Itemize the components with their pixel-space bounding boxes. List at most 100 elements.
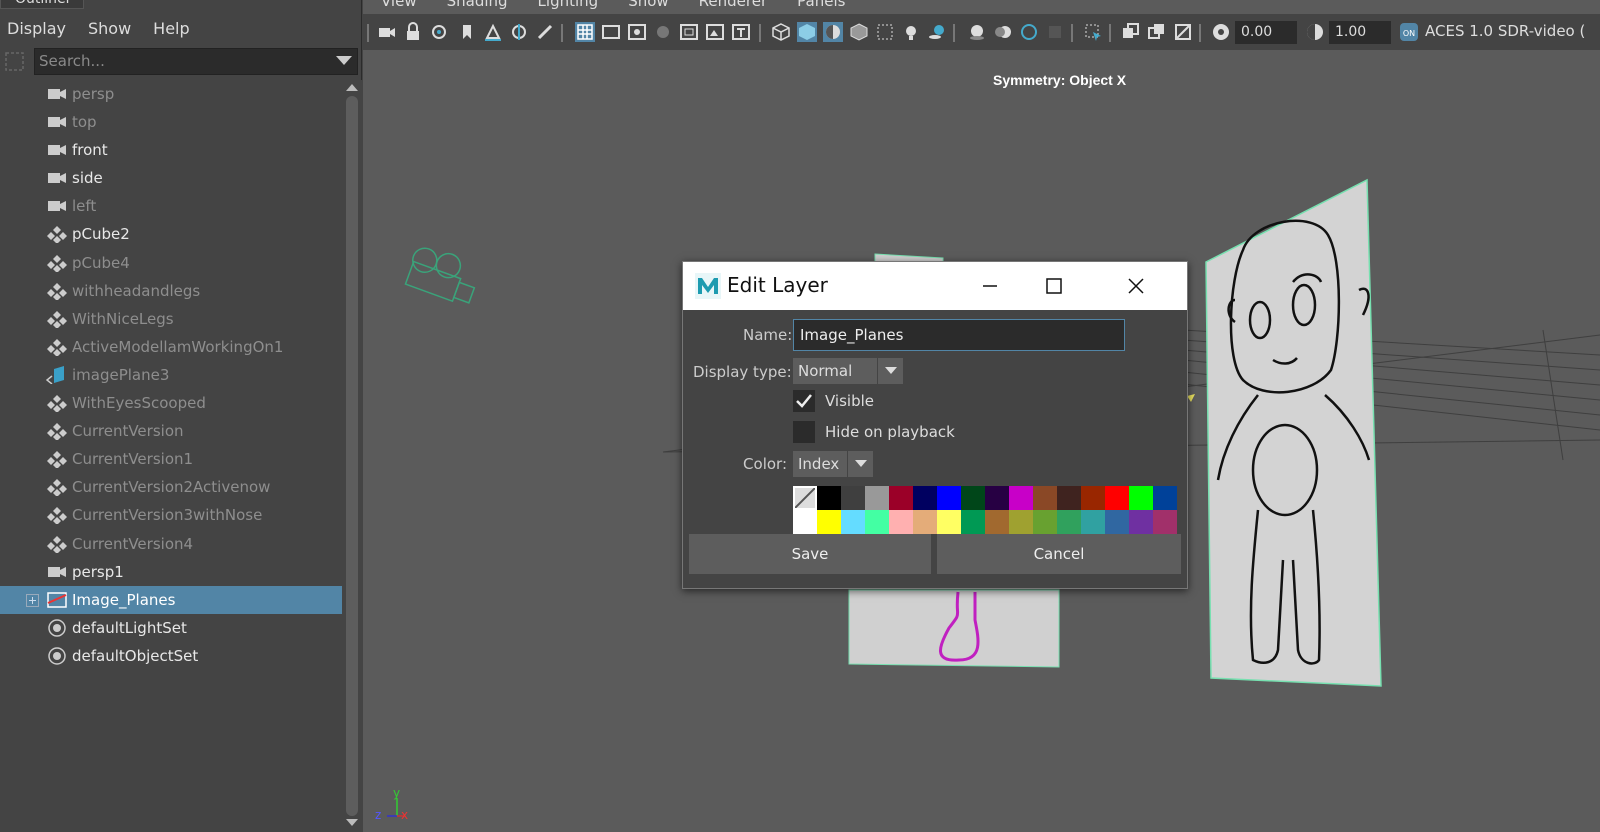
color-swatch[interactable] bbox=[817, 486, 841, 510]
color-swatch[interactable] bbox=[961, 486, 985, 510]
image-plane-icon[interactable] bbox=[483, 22, 503, 42]
motion-blur-icon[interactable] bbox=[993, 22, 1013, 42]
exposure-icon[interactable] bbox=[1211, 22, 1231, 42]
menu-lighting[interactable]: Lighting bbox=[538, 0, 599, 14]
color-swatch[interactable] bbox=[889, 510, 913, 534]
outliner-item-activemodellamworkingon1[interactable]: ActiveModellamWorkingOn1 bbox=[0, 333, 342, 361]
color-swatch[interactable] bbox=[1057, 486, 1081, 510]
menu-view[interactable]: View bbox=[381, 0, 417, 14]
color-swatch[interactable] bbox=[1033, 486, 1057, 510]
2d-pan-zoom-icon[interactable] bbox=[509, 22, 529, 42]
outliner-item-currentversion[interactable]: CurrentVersion bbox=[0, 417, 342, 445]
color-swatch[interactable] bbox=[1081, 510, 1105, 534]
scroll-thumb[interactable] bbox=[346, 96, 358, 816]
outliner-item-currentversion1[interactable]: CurrentVersion1 bbox=[0, 445, 342, 473]
outliner-item-currentversion4[interactable]: CurrentVersion4 bbox=[0, 530, 342, 558]
lights-icon[interactable] bbox=[901, 22, 921, 42]
outliner-item-withheadandlegs[interactable]: withheadandlegs bbox=[0, 277, 342, 305]
menu-display[interactable]: Display bbox=[7, 19, 66, 38]
display-type-dropdown[interactable]: Normal bbox=[793, 358, 903, 384]
outliner-scrollbar[interactable] bbox=[342, 80, 362, 832]
search-dropdown-icon[interactable] bbox=[336, 56, 352, 65]
minimize-icon[interactable] bbox=[977, 273, 1003, 299]
xray-joints-icon[interactable] bbox=[1121, 22, 1141, 42]
menu-show[interactable]: Show bbox=[628, 0, 668, 14]
search-input[interactable]: Search... bbox=[34, 48, 358, 75]
name-field[interactable]: Image_Planes bbox=[793, 319, 1125, 351]
color-swatch[interactable] bbox=[817, 510, 841, 534]
outliner-item-side[interactable]: side bbox=[0, 164, 342, 192]
outliner-item-pcube2[interactable]: pCube2 bbox=[0, 220, 342, 248]
smooth-shade-icon[interactable] bbox=[797, 22, 817, 42]
color-management-icon[interactable]: ON bbox=[1399, 22, 1419, 42]
color-swatch[interactable] bbox=[937, 510, 961, 534]
outliner-item-witheyesscooped[interactable]: WithEyesScooped bbox=[0, 389, 342, 417]
grid-icon[interactable] bbox=[575, 22, 595, 42]
save-button[interactable]: Save bbox=[689, 534, 931, 574]
lock-camera-icon[interactable] bbox=[403, 22, 423, 42]
color-swatch[interactable] bbox=[1057, 510, 1081, 534]
outliner-title-tab[interactable]: Outliner bbox=[0, 0, 84, 9]
outliner-item-imageplane3[interactable]: imagePlane3 bbox=[0, 361, 342, 389]
color-swatch[interactable] bbox=[1009, 510, 1033, 534]
cancel-button[interactable]: Cancel bbox=[937, 534, 1181, 574]
color-swatch[interactable] bbox=[1153, 510, 1177, 534]
menu-show[interactable]: Show bbox=[88, 19, 131, 38]
color-swatch[interactable] bbox=[913, 486, 937, 510]
menu-panels[interactable]: Panels bbox=[797, 0, 845, 14]
scroll-down-icon[interactable] bbox=[346, 819, 358, 826]
maximize-icon[interactable] bbox=[1041, 273, 1067, 299]
default-material-icon[interactable] bbox=[823, 22, 843, 42]
outliner-item-persp1[interactable]: persp1 bbox=[0, 558, 342, 586]
color-swatch[interactable] bbox=[793, 510, 817, 534]
close-icon[interactable] bbox=[1123, 273, 1149, 299]
color-swatch[interactable] bbox=[865, 510, 889, 534]
chevron-down-icon[interactable] bbox=[847, 451, 873, 477]
grease-pencil-icon[interactable] bbox=[535, 22, 555, 42]
scroll-up-icon[interactable] bbox=[346, 84, 358, 91]
color-swatch[interactable] bbox=[1009, 486, 1033, 510]
outliner-item-defaultobjectset[interactable]: defaultObjectSet bbox=[0, 642, 342, 670]
menu-renderer[interactable]: Renderer bbox=[699, 0, 767, 14]
color-swatch[interactable] bbox=[1033, 510, 1057, 534]
outliner-item-persp[interactable]: persp bbox=[0, 80, 342, 108]
color-swatch[interactable] bbox=[1081, 486, 1105, 510]
visible-checkbox[interactable] bbox=[793, 390, 815, 412]
color-swatch[interactable] bbox=[1129, 510, 1153, 534]
gamma-icon[interactable] bbox=[1305, 22, 1325, 42]
dialog-titlebar[interactable]: Edit Layer bbox=[683, 262, 1187, 310]
color-space-label[interactable]: ACES 1.0 SDR-video ( bbox=[1425, 22, 1585, 40]
safe-title-icon[interactable] bbox=[731, 22, 751, 42]
color-swatch[interactable] bbox=[841, 510, 865, 534]
color-swatch[interactable] bbox=[865, 486, 889, 510]
color-swatch[interactable] bbox=[1129, 486, 1153, 510]
outliner-item-pcube4[interactable]: pCube4 bbox=[0, 249, 342, 277]
color-swatch[interactable] bbox=[841, 486, 865, 510]
menu-help[interactable]: Help bbox=[153, 19, 189, 38]
gate-mask-icon[interactable] bbox=[653, 22, 673, 42]
outliner-item-left[interactable]: left bbox=[0, 192, 342, 220]
resolution-gate-icon[interactable] bbox=[627, 22, 647, 42]
camera-attributes-icon[interactable] bbox=[429, 22, 449, 42]
safe-action-icon[interactable] bbox=[705, 22, 725, 42]
chevron-down-icon[interactable] bbox=[877, 358, 903, 384]
ambient-occlusion-icon[interactable] bbox=[967, 22, 987, 42]
outliner-item-defaultlightset[interactable]: defaultLightSet bbox=[0, 614, 342, 642]
color-swatch[interactable] bbox=[937, 486, 961, 510]
color-swatch[interactable] bbox=[1105, 486, 1129, 510]
shadows-icon[interactable] bbox=[927, 22, 947, 42]
backface-culling-icon[interactable] bbox=[1173, 22, 1193, 42]
color-swatch-none[interactable] bbox=[793, 486, 817, 510]
hide-on-playback-checkbox[interactable] bbox=[793, 421, 815, 443]
color-swatch[interactable] bbox=[985, 486, 1009, 510]
outliner-item-currentversion3withnose[interactable]: CurrentVersion3withNose bbox=[0, 501, 342, 529]
xray-active-components-icon[interactable] bbox=[1147, 22, 1167, 42]
gamma-field[interactable]: 1.00 bbox=[1329, 21, 1391, 44]
filter-icon[interactable] bbox=[4, 51, 25, 72]
exposure-field[interactable]: 0.00 bbox=[1235, 21, 1297, 44]
color-swatch[interactable] bbox=[889, 486, 913, 510]
outliner-item-currentversion2activenow[interactable]: CurrentVersion2Activenow bbox=[0, 473, 342, 501]
isolate-select-icon[interactable] bbox=[1083, 22, 1103, 42]
color-swatch[interactable] bbox=[1105, 510, 1129, 534]
bookmark-icon[interactable] bbox=[457, 22, 477, 42]
